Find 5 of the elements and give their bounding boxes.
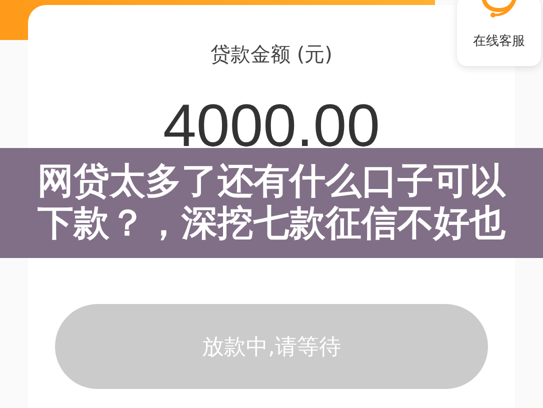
loan-amount: 4000.00 <box>163 96 380 156</box>
customer-service-button[interactable]: 在线客服 <box>457 0 541 66</box>
banner-title: 网贷太多了还有什么口子可以 <box>38 161 506 203</box>
loan-amount-label: 贷款金额 (元) <box>210 41 332 68</box>
banner-title: 下款？，深挖七款征信不好也 <box>38 203 506 245</box>
